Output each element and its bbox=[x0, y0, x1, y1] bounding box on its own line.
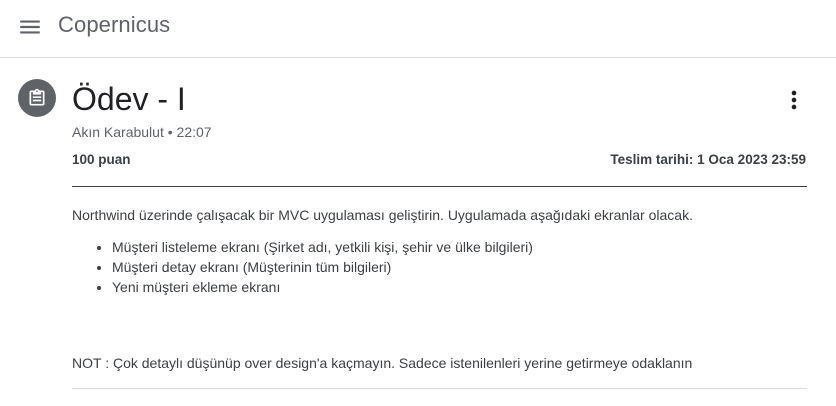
more-vert-icon[interactable] bbox=[780, 86, 808, 114]
due-date-label: Teslim tarihi: 1 Oca 2023 23:59 bbox=[610, 152, 806, 167]
content-divider bbox=[72, 388, 807, 389]
assignment-title: Ödev - I bbox=[72, 81, 186, 117]
author-name: Akın Karabulut bbox=[72, 124, 164, 140]
assignment-description: Northwind üzerinde çalışacak bir MVC uyg… bbox=[72, 207, 693, 223]
list-item: Yeni müşteri ekleme ekranı bbox=[112, 277, 533, 297]
top-app-bar: Copernicus bbox=[0, 0, 836, 58]
assignment-note: NOT : Çok detaylı düşünüp over design'a … bbox=[72, 355, 693, 371]
app-title[interactable]: Copernicus bbox=[58, 12, 170, 38]
assignment-meta: Akın Karabulut • 22:07 bbox=[72, 124, 212, 140]
list-item: Müşteri detay ekranı (Müşterinin tüm bil… bbox=[112, 257, 533, 277]
requirement-list: Müşteri listeleme ekranı (Şirket adı, ye… bbox=[72, 237, 533, 297]
header-divider bbox=[72, 186, 807, 187]
points-label: 100 puan bbox=[72, 152, 131, 167]
list-item: Müşteri listeleme ekranı (Şirket adı, ye… bbox=[112, 237, 533, 257]
menu-icon[interactable] bbox=[17, 14, 43, 40]
post-time: 22:07 bbox=[176, 124, 212, 140]
assignment-icon bbox=[18, 79, 56, 117]
meta-separator: • bbox=[163, 124, 177, 140]
